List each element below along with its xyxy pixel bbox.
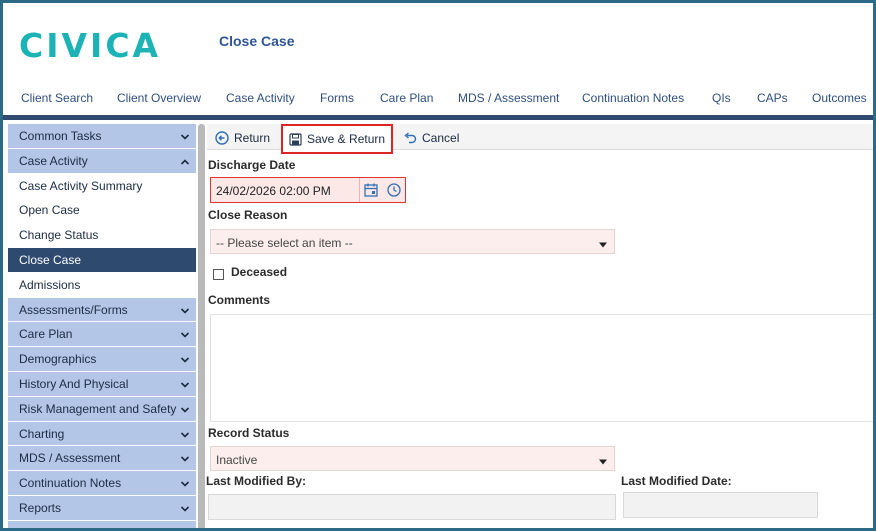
record-status-select[interactable]: Inactive <box>210 446 615 471</box>
chevron-down-icon[interactable] <box>180 380 190 390</box>
discharge-date-value: 24/02/2026 02:00 PM <box>216 184 331 198</box>
chevron-down-icon[interactable] <box>180 355 190 365</box>
chevron-down-icon[interactable] <box>180 405 190 415</box>
save-return-label: Save & Return <box>307 132 386 146</box>
last-modified-by-label: Last Modified By: <box>206 474 307 488</box>
chevron-up-icon[interactable] <box>180 157 190 167</box>
sidebar-item-open-case[interactable]: Open Case <box>8 198 196 224</box>
sidebar-item-label: Close Case <box>19 252 82 267</box>
close-reason-select[interactable]: -- Please select an item -- <box>210 229 615 254</box>
sidebar-item-label: Open Case <box>19 203 80 218</box>
civica-logo: CIVICA <box>19 26 162 65</box>
tab-client-overview[interactable]: Client Overview <box>117 91 201 105</box>
sidebar-item-label: Case Activity <box>19 153 88 168</box>
discharge-date-label: Discharge Date <box>208 158 296 172</box>
tab-mds-assessment[interactable]: MDS / Assessment <box>458 91 559 105</box>
sidebar-item-label: MDS / Assessment <box>19 451 121 466</box>
sidebar-item-label: Charting <box>19 426 65 441</box>
sidebar-item-common-tasks[interactable]: Common Tasks <box>8 124 196 149</box>
close-reason-label: Close Reason <box>208 208 288 222</box>
cancel-button[interactable]: Cancel <box>397 126 465 150</box>
sidebar-item-close-case[interactable]: Close Case <box>8 247 196 273</box>
sidebar-item-risk-management-and-safety[interactable]: Risk Management and Safety <box>8 396 196 422</box>
dropdown-arrow-icon <box>598 455 608 465</box>
return-button[interactable]: Return <box>209 126 276 150</box>
last-modified-by-field <box>208 494 616 520</box>
chevron-down-icon[interactable] <box>180 306 190 316</box>
sidebar-item-case-activity-summary[interactable]: Case Activity Summary <box>8 173 196 199</box>
tab-forms[interactable]: Forms <box>320 91 354 105</box>
comments-label: Comments <box>208 293 271 307</box>
page-title: Close Case <box>219 33 295 49</box>
comments-textarea[interactable] <box>210 314 873 422</box>
last-modified-date-field <box>623 492 818 518</box>
sidebar-item-label: Assessments/Forms <box>19 302 128 317</box>
sidebar-item-referrals[interactable]: Referrals <box>8 520 196 528</box>
sidebar-item-label: Risk Management and Safety <box>19 401 177 416</box>
close-reason-value: -- Please select an item -- <box>216 236 353 250</box>
tab-outcomes[interactable]: Outcomes <box>812 91 867 105</box>
tab-care-plan[interactable]: Care Plan <box>380 91 433 105</box>
sidebar-item-label: Change Status <box>19 228 99 243</box>
sidebar-item-demographics[interactable]: Demographics <box>8 347 196 372</box>
chevron-down-icon[interactable] <box>180 132 190 142</box>
tab-caps[interactable]: CAPs <box>757 91 788 105</box>
sidebar-item-history-and-physical[interactable]: History And Physical <box>8 371 196 397</box>
deceased-label: Deceased <box>231 265 288 279</box>
chevron-down-icon[interactable] <box>180 430 190 440</box>
record-status-label: Record Status <box>208 426 290 440</box>
save-icon <box>289 132 302 146</box>
chevron-down-icon[interactable] <box>180 479 190 489</box>
sidebar-item-label: Reports <box>19 500 62 515</box>
sidebar-item-label: Continuation Notes <box>19 476 122 491</box>
nav-divider-bar <box>3 115 873 120</box>
chevron-down-icon[interactable] <box>180 454 190 464</box>
sidebar-scrollbar[interactable] <box>198 124 205 528</box>
record-status-value: Inactive <box>216 453 258 467</box>
discharge-date-field[interactable]: 24/02/2026 02:00 PM <box>210 177 406 203</box>
chevron-down-icon[interactable] <box>180 330 190 340</box>
top-navigation: Client Search Client Overview Case Activ… <box>3 91 873 113</box>
sidebar-item-label: Referrals <box>19 526 68 528</box>
sidebar-item-case-activity[interactable]: Case Activity <box>8 148 196 174</box>
tab-qis[interactable]: QIs <box>712 91 731 105</box>
sidebar-item-admissions[interactable]: Admissions <box>8 272 196 298</box>
sidebar-item-label: Care Plan <box>19 327 73 342</box>
toolbar: Return Save & Return Cancel <box>207 124 873 154</box>
sidebar-item-label: Admissions <box>19 277 81 292</box>
sidebar-item-label: Case Activity Summary <box>19 178 143 193</box>
sidebar-item-label: Common Tasks <box>19 129 102 143</box>
sidebar-item-reports[interactable]: Reports <box>8 495 196 521</box>
tab-continuation-notes[interactable]: Continuation Notes <box>582 91 684 105</box>
sidebar-item-assessments-forms[interactable]: Assessments/Forms <box>8 297 196 323</box>
sidebar-item-mds-assessment[interactable]: MDS / Assessment <box>8 446 196 472</box>
save-return-button[interactable]: Save & Return <box>281 124 394 154</box>
sidebar-item-label: History And Physical <box>19 376 129 391</box>
cancel-label: Cancel <box>422 131 460 145</box>
sidebar-item-continuation-notes[interactable]: Continuation Notes <box>8 471 196 496</box>
clock-icon[interactable] <box>386 182 404 200</box>
tab-case-activity[interactable]: Case Activity <box>226 91 295 105</box>
return-icon <box>215 131 229 145</box>
chevron-down-icon[interactable] <box>180 504 190 514</box>
return-label: Return <box>234 131 271 145</box>
tab-client-search[interactable]: Client Search <box>21 91 93 105</box>
calendar-icon[interactable] <box>363 182 381 200</box>
date-field-divider <box>359 178 360 202</box>
undo-icon <box>403 132 417 144</box>
app-window: CIVICA Close Case Client Search Client O… <box>0 0 876 531</box>
deceased-checkbox[interactable] <box>213 269 224 280</box>
sidebar-item-charting[interactable]: Charting <box>8 421 196 447</box>
sidebar-item-label: Demographics <box>19 352 97 367</box>
dropdown-arrow-icon <box>598 238 608 248</box>
sidebar-item-change-status[interactable]: Change Status <box>8 223 196 248</box>
sidebar-item-care-plan[interactable]: Care Plan <box>8 322 196 348</box>
last-modified-date-label: Last Modified Date: <box>621 474 732 488</box>
sidebar: Common Tasks Case Activity Case Activity S… <box>8 124 196 528</box>
